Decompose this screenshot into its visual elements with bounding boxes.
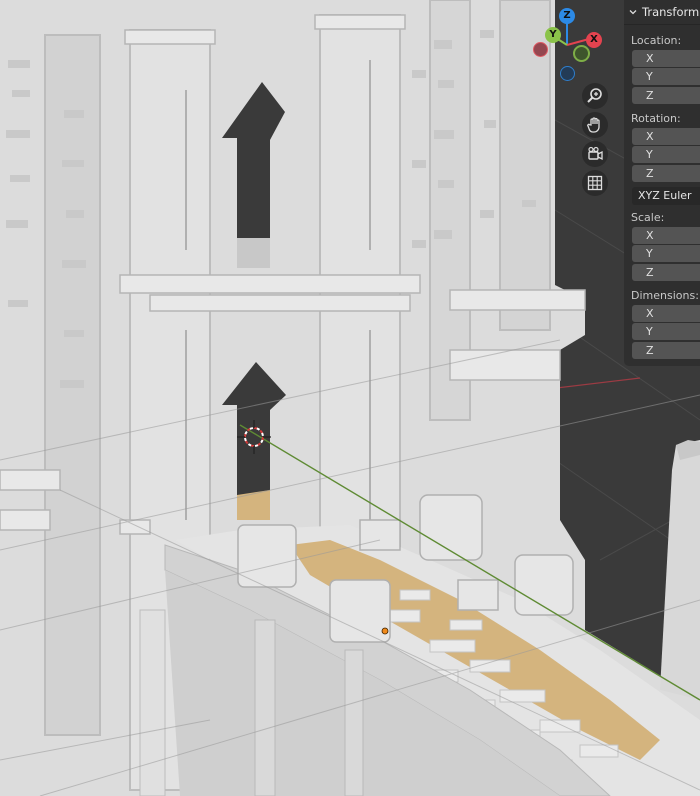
hand-pan-icon [587,117,600,133]
rotation-mode-value: XYZ Euler [638,189,692,202]
scale-z-label: Z [646,266,654,279]
rotation-label: Rotation: [631,112,681,125]
location-z-field[interactable]: Z [632,87,700,104]
ortho-toggle-button[interactable] [582,170,608,196]
transform-panel-title: Transform [642,5,700,19]
rotation-y-label: Y [646,148,653,161]
location-y-label: Y [646,70,653,83]
location-label: Location: [631,34,682,47]
gizmo-x-axis[interactable]: X [586,32,602,48]
scale-z-field[interactable]: Z [632,264,700,281]
scale-x-field[interactable]: X [632,227,700,244]
rotation-x-field[interactable]: X [632,128,700,145]
object-origin-icon [381,627,389,635]
transform-panel-header[interactable]: Transform [624,0,700,25]
rotation-mode-dropdown[interactable]: XYZ Euler [632,187,700,205]
dimensions-x-label: X [646,307,654,320]
scale-y-field[interactable]: Y [632,245,700,262]
dimensions-z-label: Z [646,344,654,357]
gizmo-z-axis[interactable]: Z [559,8,575,24]
location-x-field[interactable]: X [632,50,700,67]
camera-view-button[interactable] [582,141,608,167]
location-x-label: X [646,52,654,65]
camera-view-icon [588,146,603,161]
ortho-grid-icon [587,175,603,191]
rotation-x-label: X [646,130,654,143]
dimensions-y-label: Y [646,325,653,338]
dimensions-label: Dimensions: [631,289,699,302]
gizmo-neg-z-axis[interactable] [560,66,575,81]
rotation-z-label: Z [646,167,654,180]
navigation-gizmo[interactable]: Z X Y [528,5,608,85]
zoom-button[interactable] [582,83,608,109]
location-y-field[interactable]: Y [632,68,700,85]
scale-x-label: X [646,229,654,242]
location-z-label: Z [646,89,654,102]
rotation-z-field[interactable]: Z [632,165,700,182]
scale-label: Scale: [631,211,665,224]
scale-y-label: Y [646,247,653,260]
gizmo-neg-x-axis[interactable] [533,42,548,57]
gizmo-neg-y-axis[interactable] [573,45,590,62]
pan-button[interactable] [582,112,608,138]
dimensions-y-field[interactable]: Y [632,323,700,340]
gizmo-y-axis[interactable]: Y [545,27,561,43]
chevron-down-icon [629,10,637,15]
dimensions-z-field[interactable]: Z [632,342,700,359]
zoom-icon [587,88,602,103]
rotation-y-field[interactable]: Y [632,146,700,163]
dimensions-x-field[interactable]: X [632,305,700,322]
